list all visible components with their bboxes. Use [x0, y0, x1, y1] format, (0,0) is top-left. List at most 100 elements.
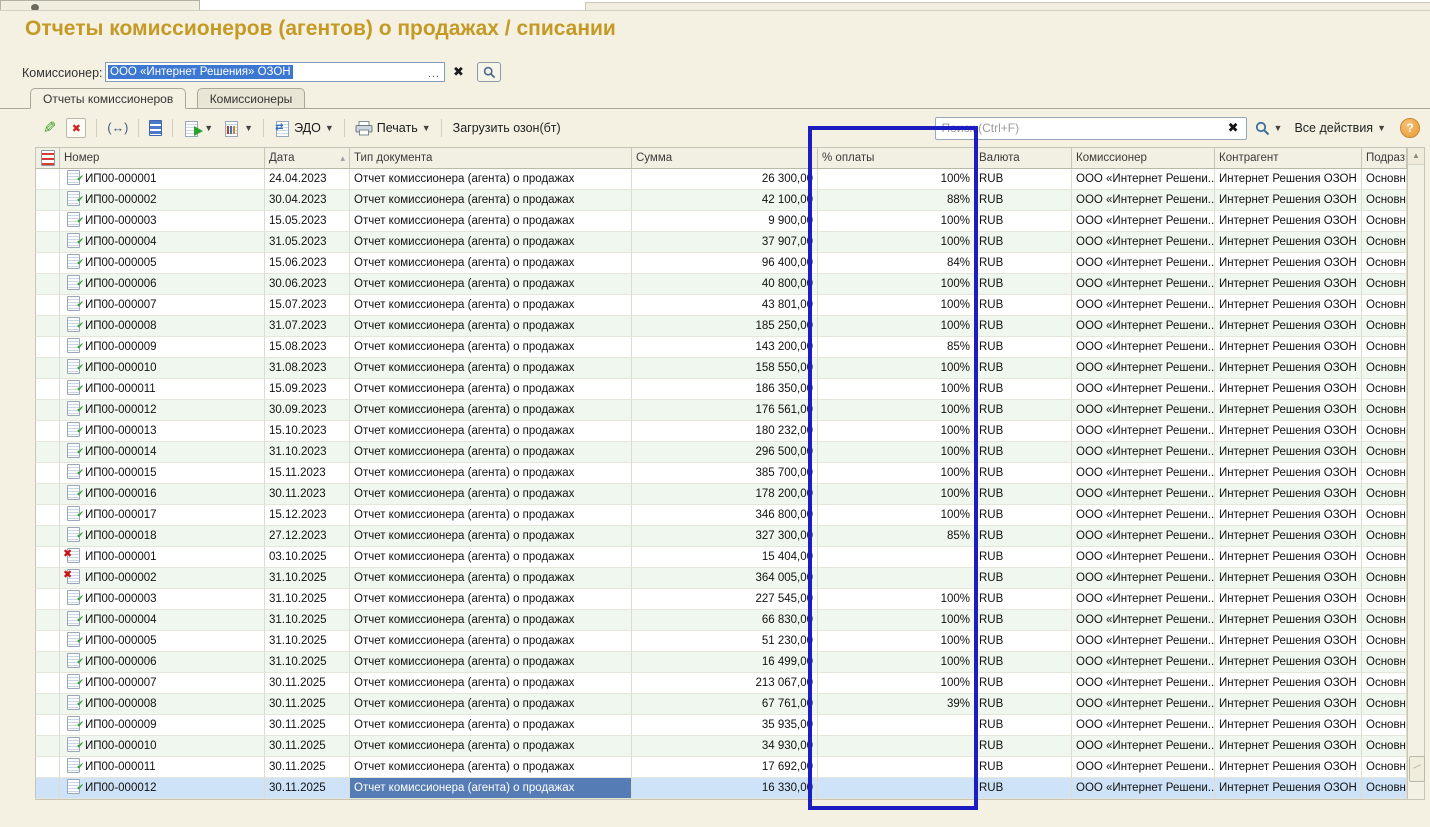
table-row[interactable]: ✔ИП00-00000715.07.2023Отчет комиссионера… [35, 295, 1407, 316]
cell-commissioner[interactable]: ООО «Интернет Решени... [1072, 505, 1215, 526]
cell-sum[interactable]: 16 330,00 [632, 778, 818, 799]
cell-commissioner[interactable]: ООО «Интернет Решени... [1072, 274, 1215, 295]
cell-type[interactable]: Отчет комиссионера (агента) о продажах [350, 337, 632, 358]
cell-contractor[interactable]: Интернет Решения ОЗОН [1215, 610, 1362, 631]
cell-currency[interactable]: RUB [975, 526, 1072, 547]
open-search-button[interactable] [477, 62, 501, 82]
cell-date[interactable]: 15.08.2023 [265, 337, 350, 358]
cell-contractor[interactable]: Интернет Решения ОЗОН [1215, 442, 1362, 463]
cell-currency[interactable]: RUB [975, 652, 1072, 673]
table-row[interactable]: ✔ИП00-00000230.04.2023Отчет комиссионера… [35, 190, 1407, 211]
cell-sum[interactable]: 35 935,00 [632, 715, 818, 736]
cell-state[interactable] [35, 778, 60, 799]
column-header-payment-percent[interactable]: % оплаты [818, 147, 975, 169]
cell-date[interactable]: 15.10.2023 [265, 421, 350, 442]
cell-sum[interactable]: 15 404,00 [632, 547, 818, 568]
cell-number[interactable]: ✔ИП00-000017 [60, 505, 265, 526]
cell-currency[interactable]: RUB [975, 778, 1072, 799]
post-document-button[interactable]: ▼ [180, 119, 216, 138]
cell-commissioner[interactable]: ООО «Интернет Решени... [1072, 736, 1215, 757]
cell-contractor[interactable]: Интернет Решения ОЗОН [1215, 337, 1362, 358]
cell-currency[interactable]: RUB [975, 169, 1072, 190]
table-row[interactable]: ✔ИП00-00000531.10.2025Отчет комиссионера… [35, 631, 1407, 652]
cell-sum[interactable]: 364 005,00 [632, 568, 818, 589]
chevron-down-icon[interactable]: ▼ [244, 123, 253, 133]
cell-state[interactable] [35, 316, 60, 337]
cell-state[interactable] [35, 673, 60, 694]
cell-division[interactable]: Основн [1362, 337, 1407, 358]
cell-type[interactable]: Отчет комиссионера (агента) о продажах [350, 610, 632, 631]
cell-state[interactable] [35, 547, 60, 568]
table-row[interactable]: ✔ИП00-00000331.10.2025Отчет комиссионера… [35, 589, 1407, 610]
cell-division[interactable]: Основн [1362, 736, 1407, 757]
cell-percent[interactable]: 100% [818, 652, 975, 673]
cell-sum[interactable]: 66 830,00 [632, 610, 818, 631]
table-row[interactable]: ✔ИП00-00000831.07.2023Отчет комиссионера… [35, 316, 1407, 337]
cell-state[interactable] [35, 484, 60, 505]
cell-percent[interactable] [818, 778, 975, 799]
cell-sum[interactable]: 17 692,00 [632, 757, 818, 778]
cell-commissioner[interactable]: ООО «Интернет Решени... [1072, 232, 1215, 253]
cell-currency[interactable]: RUB [975, 190, 1072, 211]
cell-state[interactable] [35, 463, 60, 484]
cell-currency[interactable]: RUB [975, 337, 1072, 358]
table-row[interactable]: ✖ИП00-00000103.10.2025Отчет комиссионера… [35, 547, 1407, 568]
cell-contractor[interactable]: Интернет Решения ОЗОН [1215, 778, 1362, 799]
cell-division[interactable]: Основн [1362, 295, 1407, 316]
cell-type[interactable]: Отчет комиссионера (агента) о продажах [350, 274, 632, 295]
cell-number[interactable]: ✔ИП00-000002 [60, 190, 265, 211]
cell-commissioner[interactable]: ООО «Интернет Решени... [1072, 547, 1215, 568]
list-settings-button[interactable] [146, 119, 165, 137]
commissioner-input[interactable]: ООО «Интернет Решения» ОЗОН ... [105, 62, 445, 82]
table-row[interactable]: ✔ИП00-00000124.04.2023Отчет комиссионера… [35, 169, 1407, 190]
cell-percent[interactable]: 88% [818, 190, 975, 211]
cell-sum[interactable]: 16 499,00 [632, 652, 818, 673]
cell-date[interactable]: 15.06.2023 [265, 253, 350, 274]
table-row[interactable]: ✔ИП00-00001431.10.2023Отчет комиссионера… [35, 442, 1407, 463]
cell-number[interactable]: ✖ИП00-000001 [60, 547, 265, 568]
cell-number[interactable]: ✔ИП00-000009 [60, 337, 265, 358]
cell-date[interactable]: 30.06.2023 [265, 274, 350, 295]
cell-date[interactable]: 30.04.2023 [265, 190, 350, 211]
cell-sum[interactable]: 178 200,00 [632, 484, 818, 505]
cell-type[interactable]: Отчет комиссионера (агента) о продажах [350, 694, 632, 715]
cell-division[interactable]: Основн [1362, 316, 1407, 337]
table-row[interactable]: ✔ИП00-00000431.05.2023Отчет комиссионера… [35, 232, 1407, 253]
cell-date[interactable]: 31.10.2023 [265, 442, 350, 463]
cell-sum[interactable]: 180 232,00 [632, 421, 818, 442]
cell-type[interactable]: Отчет комиссионера (агента) о продажах [350, 484, 632, 505]
cell-contractor[interactable]: Интернет Решения ОЗОН [1215, 316, 1362, 337]
cell-contractor[interactable]: Интернет Решения ОЗОН [1215, 568, 1362, 589]
cell-state[interactable] [35, 589, 60, 610]
cell-currency[interactable]: RUB [975, 715, 1072, 736]
cell-number[interactable]: ✔ИП00-000007 [60, 295, 265, 316]
cell-state[interactable] [35, 379, 60, 400]
cell-commissioner[interactable]: ООО «Интернет Решени... [1072, 295, 1215, 316]
table-row[interactable]: ✔ИП00-00000730.11.2025Отчет комиссионера… [35, 673, 1407, 694]
cell-number[interactable]: ✔ИП00-000005 [60, 253, 265, 274]
cell-commissioner[interactable]: ООО «Интернет Решени... [1072, 652, 1215, 673]
cell-currency[interactable]: RUB [975, 547, 1072, 568]
cell-division[interactable]: Основн [1362, 631, 1407, 652]
cell-type[interactable]: Отчет комиссионера (агента) о продажах [350, 463, 632, 484]
cell-contractor[interactable]: Интернет Решения ОЗОН [1215, 379, 1362, 400]
cell-commissioner[interactable]: ООО «Интернет Решени... [1072, 211, 1215, 232]
cell-sum[interactable]: 67 761,00 [632, 694, 818, 715]
cell-contractor[interactable]: Интернет Решения ОЗОН [1215, 232, 1362, 253]
cell-commissioner[interactable]: ООО «Интернет Решени... [1072, 316, 1215, 337]
cell-sum[interactable]: 34 930,00 [632, 736, 818, 757]
cell-contractor[interactable]: Интернет Решения ОЗОН [1215, 169, 1362, 190]
cell-commissioner[interactable]: ООО «Интернет Решени... [1072, 568, 1215, 589]
cell-commissioner[interactable]: ООО «Интернет Решени... [1072, 253, 1215, 274]
cell-commissioner[interactable]: ООО «Интернет Решени... [1072, 715, 1215, 736]
cell-contractor[interactable]: Интернет Решения ОЗОН [1215, 694, 1362, 715]
cell-number[interactable]: ✔ИП00-000007 [60, 673, 265, 694]
cell-type[interactable]: Отчет комиссионера (агента) о продажах [350, 547, 632, 568]
column-header-commissioner[interactable]: Комиссионер [1072, 147, 1215, 169]
cell-currency[interactable]: RUB [975, 274, 1072, 295]
cell-division[interactable]: Основн [1362, 589, 1407, 610]
table-row[interactable]: ✔ИП00-00001630.11.2023Отчет комиссионера… [35, 484, 1407, 505]
cell-number[interactable]: ✔ИП00-000009 [60, 715, 265, 736]
cell-division[interactable]: Основн [1362, 547, 1407, 568]
cell-currency[interactable]: RUB [975, 442, 1072, 463]
